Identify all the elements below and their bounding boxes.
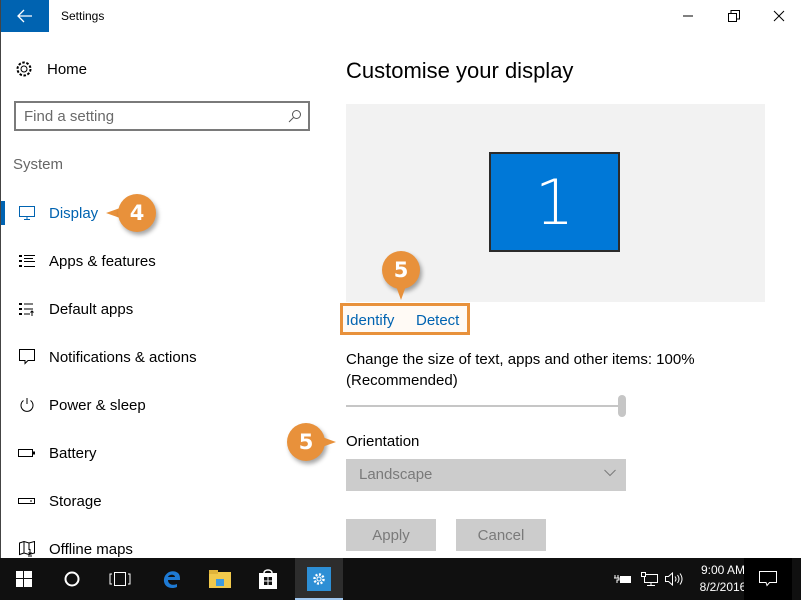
- monitor-tile[interactable]: 1: [489, 152, 620, 252]
- store-bag-icon: [259, 569, 277, 589]
- monitor-icon: [18, 204, 36, 222]
- battery-icon: [18, 444, 36, 462]
- cancel-button[interactable]: Cancel: [456, 519, 546, 551]
- close-button[interactable]: [756, 0, 801, 32]
- title-bar: Settings: [1, 0, 801, 32]
- task-view-icon: [109, 572, 131, 586]
- sidebar-item-label: Display: [49, 204, 99, 222]
- callout-pointer: [396, 286, 406, 300]
- notification-icon: [18, 348, 36, 366]
- back-arrow-icon: [17, 9, 32, 23]
- settings-app-tile: [307, 567, 331, 591]
- sidebar-item-label: Power & sleep: [49, 396, 146, 414]
- windows-logo-icon: [16, 571, 32, 587]
- callout-badge-5-identify: 5: [382, 251, 420, 289]
- action-center-button[interactable]: [744, 558, 792, 600]
- slider-track: [346, 405, 622, 407]
- callout-pointer: [322, 437, 336, 447]
- page-title: Customise your display: [346, 58, 574, 83]
- search-box[interactable]: [14, 101, 310, 131]
- restore-button[interactable]: [711, 0, 757, 32]
- search-input[interactable]: [24, 107, 274, 125]
- search-icon[interactable]: [288, 109, 302, 123]
- sidebar-item-label: Default apps: [49, 300, 134, 318]
- gear-icon: [16, 61, 32, 77]
- map-icon: [18, 540, 36, 558]
- edge-button[interactable]: [148, 558, 196, 600]
- sidebar-item-power-sleep[interactable]: Power & sleep: [1, 385, 321, 425]
- callout-badge-5-orientation: 5: [287, 423, 325, 461]
- power-tray-button[interactable]: [612, 558, 634, 600]
- sidebar: Home System Display Apps & features Defa…: [1, 32, 321, 558]
- minimize-icon: [683, 15, 693, 17]
- sidebar-item-battery[interactable]: Battery: [1, 433, 321, 473]
- storage-icon: [18, 492, 36, 510]
- section-label-system: System: [13, 156, 64, 173]
- sidebar-item-storage[interactable]: Storage: [1, 481, 321, 521]
- gear-icon: [313, 573, 325, 585]
- minimize-button[interactable]: [665, 0, 711, 32]
- chevron-down-icon: [604, 469, 616, 477]
- orientation-value: Landscape: [359, 466, 433, 483]
- task-view-button[interactable]: [96, 558, 144, 600]
- cortana-button[interactable]: [48, 558, 96, 600]
- slider-thumb[interactable]: [618, 395, 626, 417]
- start-button[interactable]: [0, 558, 48, 600]
- list-icon: [18, 252, 36, 270]
- battery-charging-icon: [614, 575, 631, 583]
- home-link[interactable]: Home: [15, 60, 87, 78]
- network-icon: [641, 572, 658, 586]
- scale-slider[interactable]: [346, 394, 626, 418]
- network-tray-button[interactable]: [638, 558, 662, 600]
- settings-taskbar-button[interactable]: [295, 558, 343, 600]
- orientation-label: Orientation: [346, 433, 420, 450]
- settings-window: Settings Home System Display Apps & feat…: [0, 0, 801, 558]
- callout-badge-4: 4: [118, 194, 156, 232]
- home-label: Home: [47, 60, 88, 78]
- speaker-icon: [665, 572, 683, 586]
- sidebar-item-default-apps[interactable]: Default apps: [1, 289, 321, 329]
- close-icon: [773, 10, 785, 22]
- detect-link[interactable]: Detect: [416, 312, 459, 329]
- default-apps-icon: [18, 300, 36, 318]
- taskbar: 9:00 AM 8/2/2016: [0, 558, 801, 600]
- restore-icon: [728, 10, 740, 22]
- sidebar-item-label: Offline maps: [49, 540, 133, 558]
- cortana-circle-icon: [64, 571, 80, 587]
- action-center-icon: [759, 571, 777, 587]
- window-title: Settings: [61, 9, 105, 23]
- identify-link[interactable]: Identify: [346, 312, 394, 329]
- sidebar-item-label: Notifications & actions: [49, 348, 197, 366]
- orientation-dropdown[interactable]: Landscape: [346, 459, 626, 491]
- sidebar-item-display[interactable]: Display: [1, 193, 321, 233]
- edge-icon: [163, 571, 180, 589]
- scale-label: Change the size of text, apps and other …: [346, 351, 695, 389]
- volume-tray-button[interactable]: [662, 558, 686, 600]
- sidebar-item-label: Storage: [49, 492, 102, 510]
- store-button[interactable]: [244, 558, 292, 600]
- sidebar-item-apps-features[interactable]: Apps & features: [1, 241, 321, 281]
- sidebar-item-label: Apps & features: [49, 252, 156, 270]
- identify-detect-highlight: Identify Detect: [340, 303, 470, 335]
- apply-button[interactable]: Apply: [346, 519, 436, 551]
- power-icon: [18, 396, 36, 414]
- back-button[interactable]: [1, 0, 49, 32]
- monitor-number: 1: [534, 165, 575, 239]
- sidebar-item-notifications[interactable]: Notifications & actions: [1, 337, 321, 377]
- folder-icon: [209, 570, 231, 588]
- sidebar-item-label: Battery: [49, 444, 97, 462]
- file-explorer-button[interactable]: [196, 558, 244, 600]
